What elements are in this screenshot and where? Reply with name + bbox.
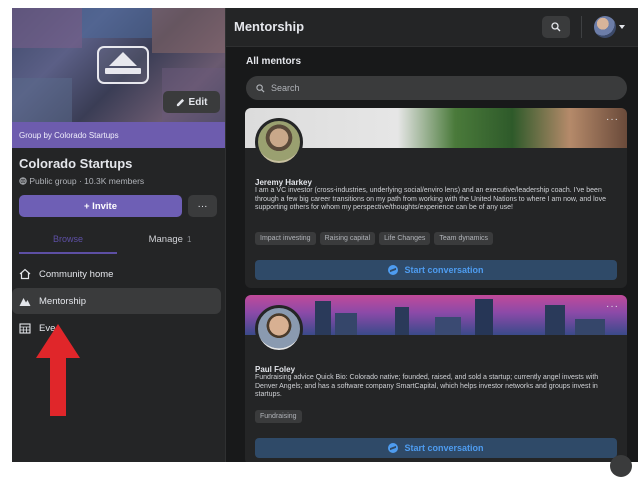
start-conversation-label: Start conversation <box>404 443 484 453</box>
section-title: All mentors <box>246 56 302 67</box>
avatar[interactable] <box>594 16 616 38</box>
search-input[interactable]: Search <box>246 76 627 100</box>
tag: Fundraising <box>255 410 302 423</box>
card-more-icon[interactable]: ··· <box>606 301 619 312</box>
red-arrow-annotation <box>36 324 80 416</box>
floating-action-button[interactable] <box>610 455 632 477</box>
mentor-name[interactable]: Paul Foley <box>255 365 295 374</box>
tag: Team dynamics <box>434 232 494 245</box>
search-icon <box>256 83 265 93</box>
start-conversation-label: Start conversation <box>404 265 484 275</box>
group-logo-icon <box>97 46 149 84</box>
search-icon <box>551 22 561 32</box>
mentor-tags: Impact investing Raising capital Life Ch… <box>255 232 494 245</box>
mentor-name[interactable]: Jeremy Harkey <box>255 178 312 187</box>
card-more-icon[interactable]: ··· <box>606 114 619 125</box>
group-name[interactable]: Colorado Startups <box>19 156 132 171</box>
search-placeholder: Search <box>271 83 300 93</box>
tab-browse-label: Browse <box>52 234 83 244</box>
page-title: Mentorship <box>234 19 305 34</box>
mentor-avatar[interactable] <box>255 305 303 353</box>
top-bar: Mentorship <box>226 8 638 47</box>
tab-manage-label: Manage <box>148 233 183 245</box>
invite-button[interactable]: + Invite <box>19 195 182 217</box>
divider <box>581 16 582 38</box>
mentor-card: ··· Jeremy Harkey I am a VC investor (cr… <box>245 108 627 288</box>
sidebar-item-label: Community home <box>39 268 114 280</box>
tab-browse-underline <box>19 252 117 254</box>
mountain-icon <box>19 298 31 306</box>
edit-cover-button[interactable]: Edit <box>163 91 220 113</box>
more-options-icon: ··· <box>197 200 208 212</box>
mentor-bio: Fundraising advice Quick Bio: Colorado n… <box>255 374 599 399</box>
chevron-down-icon[interactable] <box>619 25 625 29</box>
group-by-label: Group by Colorado Startups <box>19 130 119 140</box>
tag: Life Changes <box>379 232 431 245</box>
pencil-icon <box>176 98 184 106</box>
sidebar-item-community-home[interactable]: Community home <box>12 261 221 287</box>
mentor-tags: Fundraising <box>255 410 302 423</box>
start-conversation-button[interactable]: Start conversation <box>255 438 617 458</box>
group-sidebar: Edit Group by Colorado Startups Colorado… <box>12 8 226 462</box>
sidebar-item-mentorship[interactable]: Mentorship <box>12 288 221 314</box>
calendar-icon <box>19 323 31 334</box>
group-cover-photo: Edit <box>12 8 225 122</box>
sidebar-item-label: Mentorship <box>39 295 86 307</box>
start-conversation-button[interactable]: Start conversation <box>255 260 617 280</box>
house-icon <box>19 268 31 280</box>
search-button[interactable] <box>542 16 570 38</box>
group-by-banner[interactable]: Group by Colorado Startups <box>12 122 225 148</box>
mentor-card: ··· Paul Foley Fundraising advice Quick … <box>245 295 627 462</box>
invite-label: + Invite <box>84 200 117 212</box>
mentor-bio: I am a VC investor (cross-industries, un… <box>255 187 606 212</box>
more-options-button[interactable]: ··· <box>188 195 217 217</box>
tab-manage-count: 1 <box>186 234 192 244</box>
mentor-avatar[interactable] <box>255 118 303 166</box>
group-meta-text: Public group · 10.3K members <box>29 176 145 186</box>
tab-manage[interactable]: Manage 1 <box>122 228 218 250</box>
tab-browse[interactable]: Browse <box>19 228 117 250</box>
messenger-icon <box>388 443 399 453</box>
group-meta: Public group · 10.3K members <box>19 176 144 186</box>
globe-icon <box>19 177 27 185</box>
tag: Raising capital <box>319 232 376 245</box>
tag: Impact investing <box>255 232 316 245</box>
app-window: Edit Group by Colorado Startups Colorado… <box>12 8 638 462</box>
edit-label: Edit <box>188 96 208 108</box>
messenger-icon <box>388 265 399 275</box>
